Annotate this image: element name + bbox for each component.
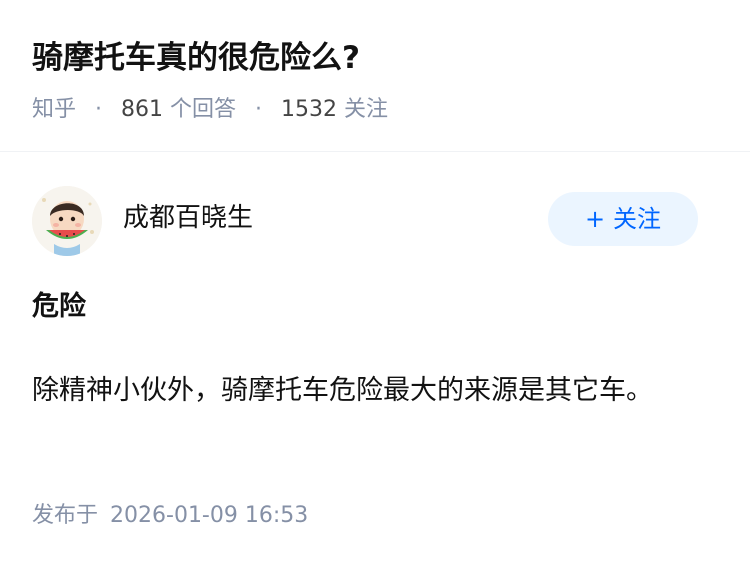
- follow-button-label: 关注: [613, 205, 662, 233]
- question-header: 骑摩托车真的很危险么? 知乎 · 861 个回答 · 1532 关注: [0, 0, 750, 152]
- question-meta: 知乎 · 861 个回答 · 1532 关注: [32, 94, 388, 126]
- avatar-child-icon: [32, 186, 102, 256]
- answer-count-label[interactable]: 个回答: [170, 97, 236, 122]
- plus-icon: +: [584, 205, 606, 233]
- published-label: 发布于: [32, 503, 99, 528]
- follow-button[interactable]: + 关注: [548, 192, 698, 246]
- follow-count: 1532: [281, 97, 338, 122]
- answer-count: 861: [121, 97, 164, 122]
- published-info: 发布于 2026-01-09 16:53: [32, 500, 308, 532]
- separator-dot: ·: [255, 97, 263, 122]
- separator-dot: ·: [95, 97, 103, 122]
- follow-count-label[interactable]: 关注: [344, 97, 388, 122]
- question-title[interactable]: 骑摩托车真的很危险么?: [32, 36, 360, 80]
- answer-body: 除精神小伙外，骑摩托车危险最大的来源是其它车。: [32, 375, 653, 406]
- author-name[interactable]: 成都百晓生: [123, 200, 253, 236]
- published-time: 2026-01-09 16:53: [110, 503, 309, 528]
- source-label[interactable]: 知乎: [32, 97, 76, 122]
- avatar[interactable]: [32, 186, 102, 256]
- author-row: 成都百晓生 + 关注: [32, 182, 702, 262]
- answer-heading: 危险: [32, 291, 86, 322]
